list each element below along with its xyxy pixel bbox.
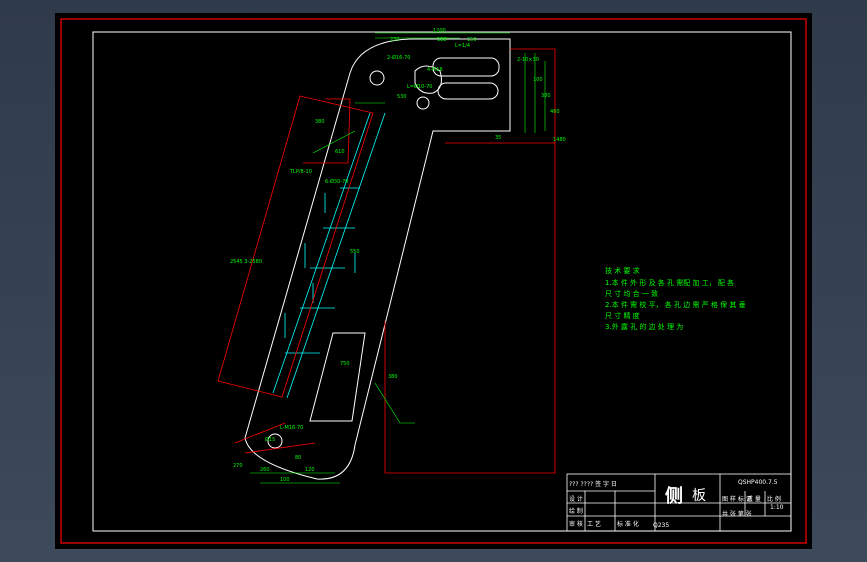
dim-label: 380	[541, 93, 551, 99]
dim-label: 1480	[553, 137, 566, 143]
dim-label: 270	[390, 37, 400, 43]
notes-line: 尺 寸 精 度	[605, 312, 640, 320]
dim-label: 750	[340, 361, 350, 367]
dim-label: L-M16-70	[280, 425, 303, 431]
construction-lines	[217, 48, 556, 474]
part-name-first-char: 侧	[665, 486, 683, 507]
dim-label: 460	[550, 109, 560, 115]
weight-label: 重 量	[747, 496, 761, 503]
dim-label: 610	[335, 149, 345, 155]
dim-label: 100	[280, 477, 290, 483]
dim-label: 1200	[433, 28, 446, 34]
process-label: 工 艺	[587, 521, 601, 528]
dim-label: 4-M16	[427, 67, 443, 73]
dim-label: 530	[397, 94, 407, 100]
notes-line: 2.本 件 需 校 平， 各 孔 边 需 严 格 保 其 垂	[605, 301, 746, 309]
dim-label: 2545 3-2580	[230, 259, 262, 265]
draw-label: 绘 制	[569, 508, 583, 515]
dim-label: L=Ø10-70	[407, 83, 432, 90]
drawing-number: QSHP400.7.5	[738, 479, 778, 486]
dim-label: 380	[388, 374, 398, 380]
scale-value: 1:10	[770, 504, 784, 511]
notes-line: 3.外 露 孔 的 边 处 理 为	[605, 323, 684, 331]
dim-label: 80	[295, 455, 301, 461]
dim-label: 188	[437, 37, 447, 43]
dim-label: L=1/4	[455, 43, 470, 49]
part-name-second-char: 板	[692, 488, 706, 504]
dim-label: TLP/8-10	[289, 169, 312, 175]
dim-label: 550	[350, 249, 360, 255]
sheet-count: 共 张 第 张	[722, 511, 752, 518]
dimension-lines	[250, 32, 546, 484]
revision-row: ??? ???? 签 字 日	[569, 481, 617, 488]
drawing-sheet[interactable]: 1200 270 188 150 L=1/4 2-10×30 100 380 4…	[55, 13, 812, 549]
design-label: 设 计	[569, 496, 583, 503]
dim-label: 6-Ø30-70	[325, 178, 348, 185]
dim-label: Ø15	[265, 436, 275, 443]
material-value: Q235	[653, 522, 670, 529]
notes-line: 尺 寸 均 合 一 致	[605, 290, 659, 298]
dim-label: 35	[495, 135, 501, 141]
scale-label: 比 例	[767, 496, 781, 503]
notes-line: 1.本 件 外 形 及 各 孔 需配 加 工， 配 各	[605, 279, 735, 287]
dim-label: 120	[305, 467, 315, 473]
hidden-lines	[272, 112, 386, 399]
dim-label: 270	[233, 463, 243, 469]
notes-heading: 技 术 要 求	[605, 267, 640, 275]
dim-label: 2-10×30	[517, 57, 539, 63]
standard-label: 标 准 化	[617, 521, 639, 528]
dim-label: 260	[260, 467, 270, 473]
dim-label: 100	[533, 77, 543, 83]
part-outline	[244, 38, 511, 480]
dim-label: 380	[315, 119, 325, 125]
check-label: 审 核	[569, 521, 583, 528]
dim-label: 2-Ø16-70	[387, 54, 410, 61]
